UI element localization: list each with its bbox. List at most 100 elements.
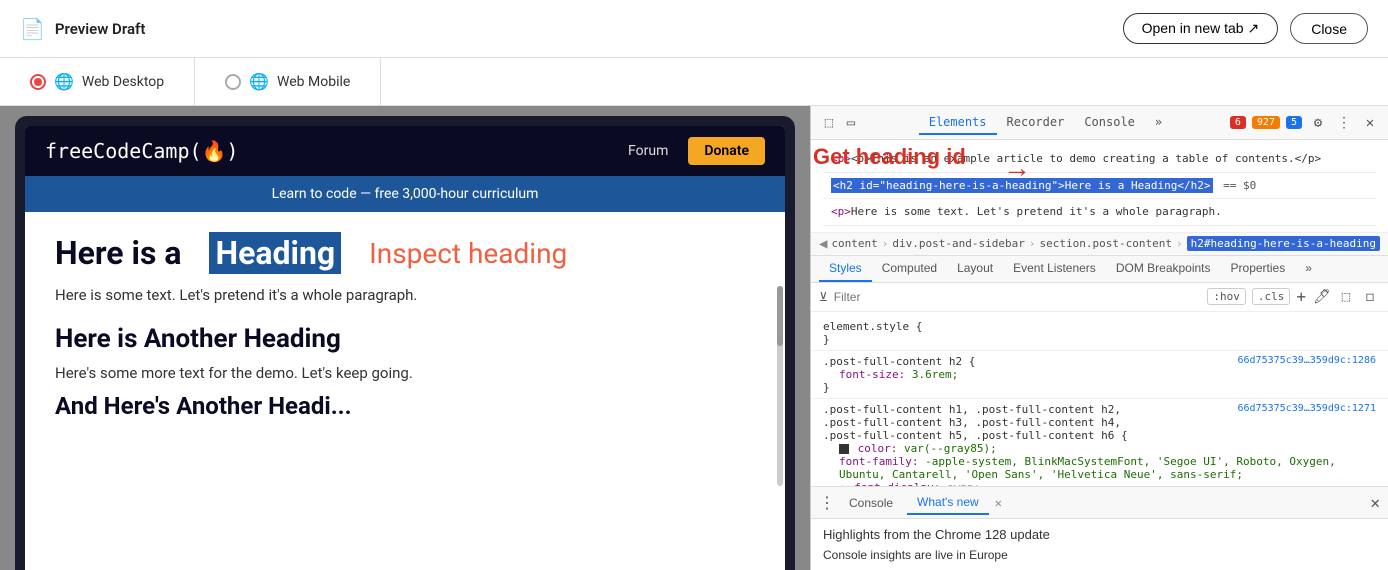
color-swatch — [839, 444, 849, 454]
web-desktop-label: Web Desktop — [82, 74, 164, 90]
css-close-h2: } — [823, 381, 1376, 394]
tab-properties[interactable]: Properties — [1221, 256, 1296, 282]
css-selector-h2[interactable]: .post-full-content h2 { — [823, 355, 975, 368]
page-title: Preview Draft — [55, 20, 146, 38]
breadcrumb-sep1: › — [882, 237, 889, 250]
inspect-icon[interactable]: ⬚ — [819, 113, 839, 133]
tab-console-bottom[interactable]: Console — [839, 492, 903, 514]
filter-extra-icons: 🖊 ⬚ ◻ — [1312, 287, 1380, 307]
tab-recorder[interactable]: Recorder — [997, 111, 1075, 135]
css-rule-h2: .post-full-content h2 { 66d75375c39…359d… — [811, 351, 1388, 399]
breadcrumb-sep3: › — [1176, 237, 1183, 250]
scrollbar-thumb[interactable] — [777, 286, 783, 346]
fcc-heading3: And Here's Another Headi... — [55, 392, 755, 420]
annotation-title: Get heading id — [813, 144, 966, 169]
toggle-style-icon[interactable]: ◻ — [1360, 287, 1380, 307]
get-heading-annotation: Get heading id → — [813, 144, 966, 170]
breadcrumb-sep2: › — [1029, 237, 1036, 250]
more-options-icon[interactable]: ⋮ — [1334, 113, 1354, 133]
tab-more[interactable]: » — [1145, 111, 1172, 135]
css-prop-name-color: color: — [858, 442, 898, 455]
tab-dom-breakpoints[interactable]: DOM Breakpoints — [1106, 256, 1221, 282]
device-icon[interactable]: ▭ — [841, 113, 861, 133]
open-in-new-tab-button[interactable]: Open in new tab ↗ — [1123, 13, 1279, 44]
fcc-nav: freeCodeCamp(🔥) Forum Donate — [25, 126, 785, 176]
devtools-inspect-icons: ⬚ ▭ — [819, 113, 861, 133]
bottom-panel-close[interactable]: ✕ — [1370, 493, 1380, 512]
browser-content: freeCodeCamp(🔥) Forum Donate Learn to co… — [25, 126, 785, 570]
devtools-toolbar-icons: 6 927 5 ⚙ ⋮ ✕ — [1230, 113, 1380, 133]
bottom-panel: ⋮ Console What's new ✕ ✕ Highlights from… — [811, 486, 1388, 570]
css-source-headings[interactable]: 66d75375c39…359d9c:1271 — [1238, 403, 1376, 442]
browser-frame: freeCodeCamp(🔥) Forum Donate Learn to co… — [15, 116, 795, 570]
css-close-element-style: } — [823, 333, 1376, 346]
tab-whats-new[interactable]: What's new — [907, 491, 989, 515]
bottom-content: Highlights from the Chrome 128 update Co… — [811, 519, 1388, 570]
css-rule-headings: .post-full-content h1, .post-full-conten… — [811, 399, 1388, 486]
settings-icon[interactable]: ⚙ — [1308, 113, 1328, 133]
css-selector-headings[interactable]: .post-full-content h1, .post-full-conten… — [823, 403, 1155, 442]
html-text3: Here is some text. Let's pretend it's a … — [851, 205, 1222, 218]
fcc-heading2: Here is Another Heading — [55, 324, 755, 354]
web-mobile-option[interactable]: 🌐 Web Mobile — [195, 58, 381, 105]
devtools-pane: ⬚ ▭ Elements Recorder Console » 6 927 5 … — [810, 106, 1388, 570]
breadcrumb-bar: ◀ content › div.post-and-sidebar › secti… — [811, 233, 1388, 256]
tab-more-styles[interactable]: » — [1295, 256, 1322, 282]
css-prop-name-fontsize: font-size: — [839, 368, 905, 381]
breadcrumb-section[interactable]: section.post-content — [1040, 237, 1172, 250]
web-mobile-radio[interactable] — [225, 74, 241, 90]
tab-event-listeners[interactable]: Event Listeners — [1003, 256, 1106, 282]
devtools-header: ⬚ ▭ Elements Recorder Console » 6 927 5 … — [811, 106, 1388, 140]
error-badge: 6 — [1230, 116, 1246, 129]
breadcrumb-div[interactable]: div.post-and-sidebar — [892, 237, 1024, 250]
preview-scrollbar[interactable] — [777, 286, 783, 486]
css-selector-element-style: element.style { — [823, 320, 1376, 333]
web-desktop-radio[interactable] — [30, 74, 46, 90]
add-style-button[interactable]: + — [1296, 287, 1306, 306]
filter-pseudo-button[interactable]: :hov — [1207, 288, 1246, 305]
breadcrumb-h2[interactable]: h2#heading-here-is-a-heading — [1187, 236, 1380, 251]
css-prop-fontsize[interactable]: font-size: 3.6rem; — [823, 368, 1376, 381]
css-prop-fontfamily[interactable]: font-family: -apple-system, BlinkMacSyst… — [823, 455, 1376, 481]
tab-computed[interactable]: Computed — [872, 256, 947, 282]
filter-cls-button[interactable]: .cls — [1252, 288, 1291, 305]
tab-layout[interactable]: Layout — [947, 256, 1003, 282]
doc-icon: 📄 — [20, 17, 45, 41]
fcc-donate-button[interactable]: Donate — [688, 137, 765, 165]
breadcrumb-content[interactable]: content — [831, 237, 877, 250]
whats-new-close[interactable]: ✕ — [995, 496, 1002, 510]
html-equals: == $0 — [1223, 179, 1256, 192]
filter-input[interactable] — [834, 290, 1202, 304]
fcc-nav-links: Forum Donate — [628, 137, 765, 165]
globe-icon-mobile: 🌐 — [249, 72, 269, 91]
tab-elements[interactable]: Elements — [919, 111, 997, 135]
css-prop-name-fontfamily: font-family: — [839, 455, 918, 468]
breadcrumb-left-arrow[interactable]: ◀ — [819, 236, 827, 252]
bottom-highlights: Highlights from the Chrome 128 update — [823, 527, 1376, 542]
top-bar-actions: Open in new tab ↗ Close — [1123, 13, 1368, 44]
inspect-style-icon[interactable]: ⬚ — [1336, 287, 1356, 307]
css-val-color: var(--gray85); — [904, 442, 997, 455]
fcc-logo: freeCodeCamp(🔥) — [45, 139, 238, 163]
css-rule-h2-header: .post-full-content h2 { 66d75375c39…359d… — [823, 355, 1376, 368]
close-devtools-icon[interactable]: ✕ — [1360, 113, 1380, 133]
new-style-icon[interactable]: 🖊 — [1312, 287, 1332, 307]
html-line2: <h2 id="heading-here-is-a-heading">Here … — [823, 173, 1376, 200]
devtools-tabs: Elements Recorder Console » — [919, 111, 1172, 135]
fcc-content: Here is a Heading Inspect heading Here i… — [25, 212, 785, 440]
fcc-para2: Here's some more text for the demo. Let'… — [55, 364, 755, 382]
css-prop-color[interactable]: color: var(--gray85); — [823, 442, 1376, 455]
web-desktop-option[interactable]: 🌐 Web Desktop — [0, 58, 195, 105]
style-tabs: Styles Computed Layout Event Listeners D… — [811, 256, 1388, 283]
css-rule-element-style: element.style { } — [811, 316, 1388, 351]
css-source-h2[interactable]: 66d75375c39…359d9c:1286 — [1238, 355, 1376, 368]
heading1-highlight: Heading — [209, 232, 341, 274]
globe-icon-desktop: 🌐 — [54, 72, 74, 91]
tab-console[interactable]: Console — [1074, 111, 1145, 135]
bottom-three-dots[interactable]: ⋮ — [819, 493, 835, 512]
fcc-forum-link[interactable]: Forum — [628, 143, 668, 159]
heading1-prefix: Here is a — [55, 234, 182, 272]
close-button[interactable]: Close — [1290, 13, 1368, 44]
heading-annotation: <p><p>This is an example article to demo… — [811, 140, 1388, 233]
tab-styles[interactable]: Styles — [819, 256, 872, 282]
